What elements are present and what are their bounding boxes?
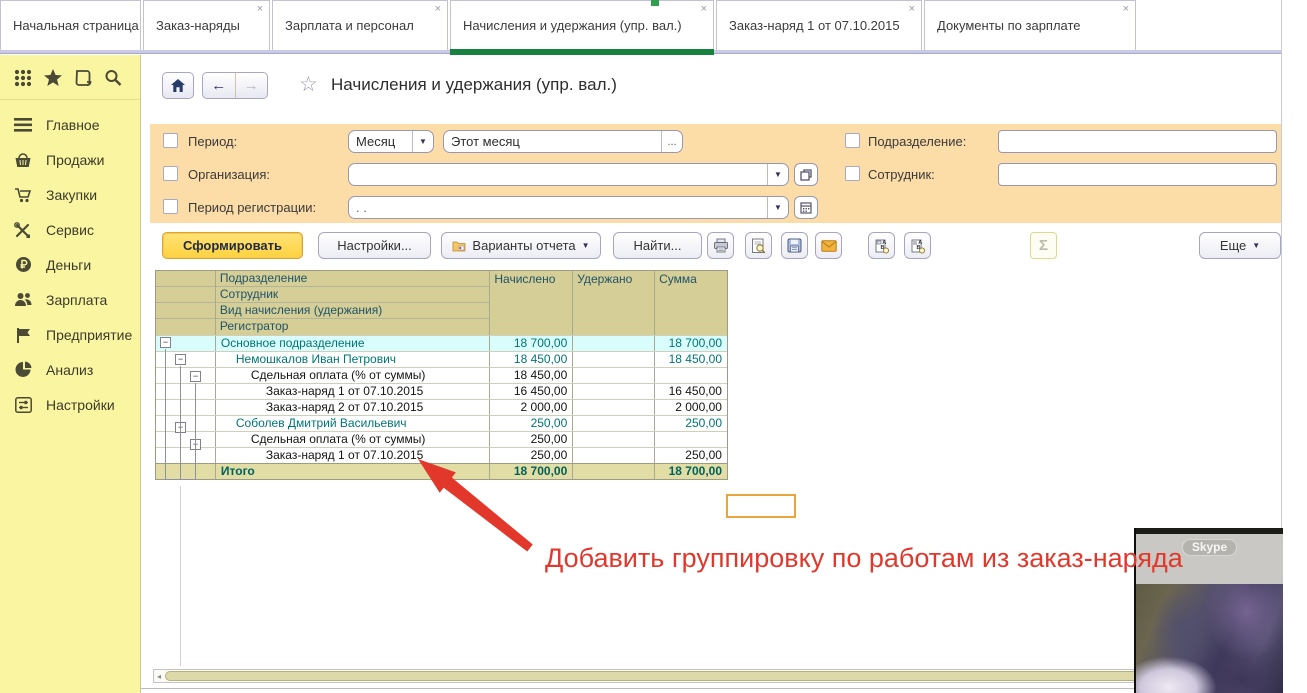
employee-checkbox[interactable] [845, 166, 860, 181]
row-sum: 16 450,00 [655, 384, 727, 399]
window-bottom-edge [141, 688, 1283, 689]
highlight-rectangle [726, 494, 796, 518]
ungroup-by-field-button[interactable]: AB [904, 232, 931, 259]
row-sum [655, 432, 727, 447]
row-withheld [573, 464, 655, 479]
autosum-button[interactable]: Σ [1030, 232, 1057, 259]
row-sum: 250,00 [655, 416, 727, 431]
row-withheld [573, 416, 655, 431]
save-floppy-icon [787, 238, 802, 253]
chevron-down-icon[interactable]: ▼ [767, 164, 788, 185]
column-header-sum[interactable]: Сумма [655, 271, 727, 335]
column-header-withheld[interactable]: Удержано [573, 271, 655, 335]
scrollbar-thumb[interactable] [165, 671, 1269, 681]
department-label: Подразделение: [868, 134, 966, 149]
tab-close-icon[interactable]: × [1123, 4, 1129, 15]
mail-icon [821, 240, 837, 252]
save-button[interactable] [781, 232, 808, 259]
row-withheld [573, 336, 655, 351]
tab-close-icon[interactable]: × [701, 4, 707, 15]
tab-close-icon[interactable]: × [909, 4, 915, 15]
tab[interactable]: Заказ-наряд 1 от 07.10.2015 × [716, 0, 922, 50]
row-sum: 18 700,00 [655, 464, 727, 479]
row-withheld [573, 432, 655, 447]
application-window: Начальная страница Заказ-наряды × Зарпла… [0, 0, 1307, 693]
more-button[interactable]: Еще ▼ [1199, 232, 1281, 259]
row-withheld [573, 352, 655, 367]
row-withheld [573, 368, 655, 383]
find-button[interactable]: Найти... [613, 232, 702, 259]
row-withheld [573, 448, 655, 463]
screen-artifact [651, 0, 659, 6]
preview-icon [751, 238, 766, 254]
row-sum: 2 000,00 [655, 400, 727, 415]
organization-open-button[interactable] [794, 163, 818, 186]
annotation-arrow [0, 0, 560, 580]
period-more-button[interactable]: ... [661, 131, 682, 152]
printer-icon [713, 238, 729, 253]
tab-label: Заказ-наряд 1 от 07.10.2015 [729, 18, 900, 33]
skype-video-frame [1136, 584, 1283, 693]
scroll-left-icon[interactable]: ◂ [154, 672, 164, 681]
row-sum: 250,00 [655, 448, 727, 463]
row-sum: 18 700,00 [655, 336, 727, 351]
registration-period-calendar-button[interactable] [794, 196, 818, 219]
print-button[interactable] [707, 232, 734, 259]
send-mail-button[interactable] [815, 232, 842, 259]
more-label: Еще [1220, 238, 1246, 253]
row-sum [655, 368, 727, 383]
document-ab-grid-icon: AB [874, 238, 890, 254]
chevron-down-icon: ▼ [582, 241, 590, 250]
document-ab-list-icon: AB [910, 238, 926, 254]
calendar-icon [800, 202, 812, 214]
department-input[interactable] [998, 130, 1277, 153]
chevron-down-icon: ▼ [1252, 241, 1260, 250]
annotation-text: Добавить группировку по работам из заказ… [545, 543, 1183, 574]
row-withheld [573, 400, 655, 415]
horizontal-scrollbar[interactable]: ◂ ▸ [153, 669, 1281, 683]
tab-label: Документы по зарплате [937, 18, 1081, 33]
department-checkbox[interactable] [845, 133, 860, 148]
skype-logo: Skype [1182, 539, 1237, 556]
group-by-field-button[interactable]: AB [868, 232, 895, 259]
employee-input[interactable] [998, 163, 1277, 186]
chevron-down-icon[interactable]: ▼ [767, 197, 788, 218]
employee-label: Сотрудник: [868, 167, 935, 182]
preview-button[interactable] [745, 232, 772, 259]
row-sum: 18 450,00 [655, 352, 727, 367]
open-picker-icon [800, 169, 812, 181]
tab[interactable]: Документы по зарплате × [924, 0, 1136, 50]
row-withheld [573, 384, 655, 399]
